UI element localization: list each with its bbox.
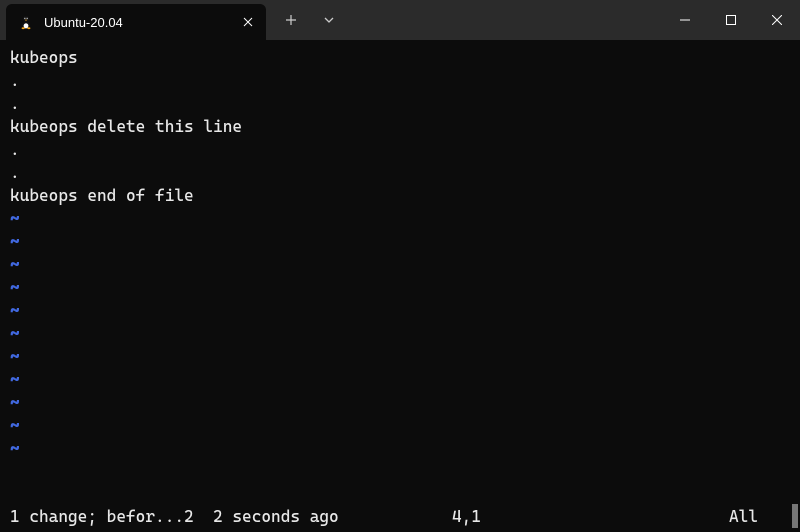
empty-line-marker: ~ [10, 207, 790, 230]
close-icon[interactable] [240, 14, 256, 30]
tab-ubuntu[interactable]: Ubuntu-20.04 [6, 4, 266, 40]
editor-buffer: kubeops . . kubeops delete this line . .… [10, 46, 790, 505]
titlebar: Ubuntu-20.04 [0, 0, 800, 40]
tab-dropdown-button[interactable] [312, 2, 346, 38]
close-window-button[interactable] [754, 0, 800, 40]
tab-area: Ubuntu-20.04 [0, 0, 346, 40]
editor-line: . [10, 138, 790, 161]
empty-line-marker: ~ [10, 299, 790, 322]
empty-line-marker: ~ [10, 391, 790, 414]
editor-line: . [10, 69, 790, 92]
terminal[interactable]: kubeops . . kubeops delete this line . .… [0, 40, 800, 532]
tab-actions [266, 2, 346, 38]
empty-line-marker: ~ [10, 345, 790, 368]
editor-line: . [10, 161, 790, 184]
status-message: 1 change; befor...2 2 seconds ago [10, 505, 339, 528]
scrollbar-thumb[interactable] [792, 504, 798, 528]
empty-line-marker: ~ [10, 437, 790, 460]
status-position: 4,1 [452, 505, 481, 528]
empty-line-marker: ~ [10, 322, 790, 345]
editor-line: kubeops end of file [10, 184, 790, 207]
window-controls [662, 0, 800, 40]
editor-line: . [10, 92, 790, 115]
empty-line-marker: ~ [10, 368, 790, 391]
empty-line-marker: ~ [10, 253, 790, 276]
new-tab-button[interactable] [274, 2, 308, 38]
tab-title: Ubuntu-20.04 [44, 15, 230, 30]
empty-line-marker: ~ [10, 230, 790, 253]
maximize-button[interactable] [708, 0, 754, 40]
tux-icon [18, 14, 34, 30]
editor-line: kubeops delete this line [10, 115, 790, 138]
minimize-button[interactable] [662, 0, 708, 40]
empty-line-marker: ~ [10, 414, 790, 437]
empty-line-marker: ~ [10, 276, 790, 299]
status-line: 1 change; befor...2 2 seconds ago 4,1 Al… [10, 505, 790, 532]
status-percent: All [729, 505, 758, 528]
editor-line: kubeops [10, 46, 790, 69]
